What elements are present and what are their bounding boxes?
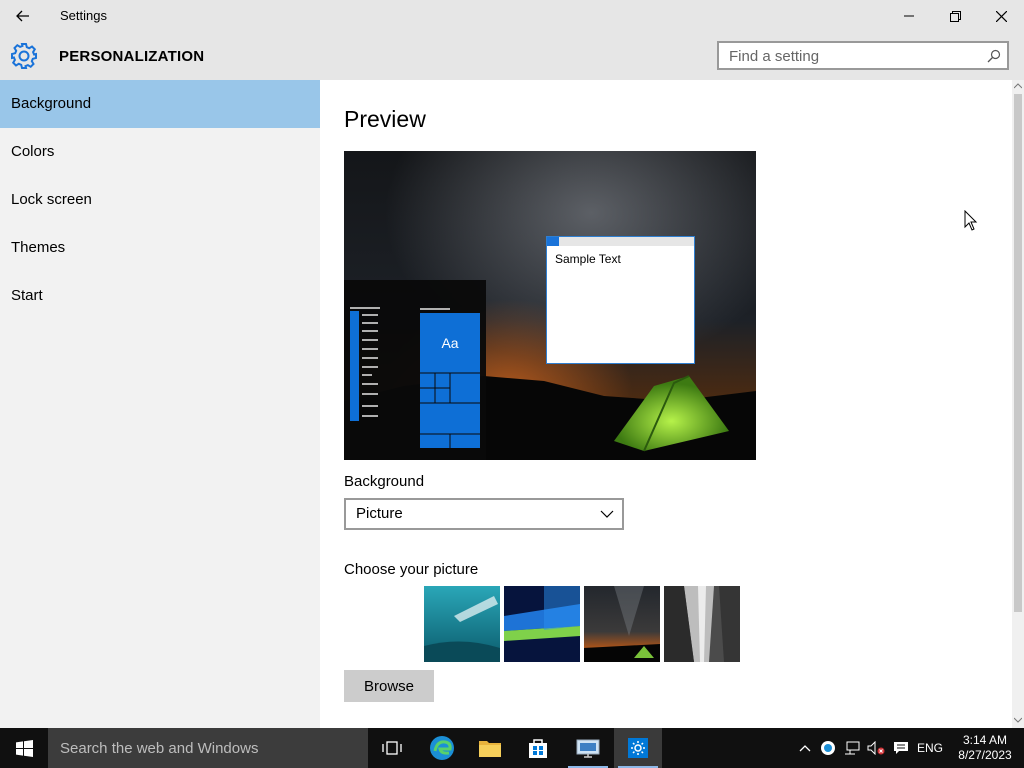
scrollbar-thumb[interactable] xyxy=(1014,94,1022,612)
task-view-button[interactable] xyxy=(368,728,416,768)
store-button[interactable] xyxy=(514,728,562,768)
tile-sample-text: Aa xyxy=(441,335,459,351)
minimize-button[interactable] xyxy=(886,0,932,32)
search-input[interactable] xyxy=(727,47,981,66)
picture-thumbnail-night-sky[interactable] xyxy=(584,586,660,662)
network-button[interactable] xyxy=(842,728,862,768)
chevron-up-icon xyxy=(799,745,811,752)
gear-icon xyxy=(11,43,37,69)
remote-desktop-button[interactable] xyxy=(564,728,612,768)
store-bag-icon xyxy=(529,739,547,758)
choose-picture-label: Choose your picture xyxy=(344,561,479,578)
clock-time: 3:14 AM xyxy=(962,733,1008,747)
edge-small-icon xyxy=(821,741,835,755)
taskbar-search-text: Search the web and Windows xyxy=(60,740,259,757)
taskbar-search[interactable]: Search the web and Windows xyxy=(48,728,368,768)
network-icon xyxy=(845,741,860,755)
sidebar-item-background[interactable]: Background xyxy=(0,80,320,128)
title-bar xyxy=(0,0,1024,32)
close-button[interactable] xyxy=(978,0,1024,32)
chevron-down-icon xyxy=(600,510,614,518)
edge-icon xyxy=(430,736,454,760)
sidebar: Background Colors Lock screen Themes Sta… xyxy=(0,80,320,728)
gear-icon xyxy=(628,738,648,758)
volume-button[interactable] xyxy=(864,728,888,768)
picture-thumbnail-windows[interactable] xyxy=(504,586,580,662)
search-icon[interactable] xyxy=(987,49,1001,63)
page-title: PERSONALIZATION xyxy=(59,48,205,65)
background-label: Background xyxy=(344,473,425,490)
sample-window: Sample Text xyxy=(546,236,695,364)
file-explorer-button[interactable] xyxy=(466,728,514,768)
clock[interactable]: 3:14 AM 8/27/2023 xyxy=(952,728,1018,768)
clock-date: 8/27/2023 xyxy=(958,748,1012,762)
minimize-icon xyxy=(904,15,914,17)
scroll-down-icon[interactable] xyxy=(1014,716,1022,724)
background-dropdown-value: Picture xyxy=(356,505,403,522)
volume-muted-icon xyxy=(867,741,885,755)
picture-thumbnail-underwater[interactable] xyxy=(424,586,500,662)
sidebar-item-colors[interactable]: Colors xyxy=(0,128,320,176)
window-title: Settings xyxy=(60,8,107,23)
sample-window-titlebar xyxy=(547,237,694,246)
scroll-up-icon[interactable] xyxy=(1014,82,1022,90)
sidebar-item-themes[interactable]: Themes xyxy=(0,224,320,272)
start-button[interactable] xyxy=(0,728,48,768)
preview-heading: Preview xyxy=(344,106,426,132)
windows-logo-icon xyxy=(15,739,33,757)
picture-thumbnail-waterfall[interactable] xyxy=(664,586,740,662)
restore-icon xyxy=(949,10,961,22)
sample-window-accent xyxy=(547,237,559,246)
monitor-icon xyxy=(576,739,600,758)
back-arrow-icon xyxy=(16,10,29,22)
restore-button[interactable] xyxy=(932,0,978,32)
show-hidden-icons-button[interactable] xyxy=(796,728,814,768)
background-dropdown[interactable]: Picture xyxy=(344,498,624,530)
sidebar-item-start[interactable]: Start xyxy=(0,272,320,320)
back-button[interactable] xyxy=(0,0,46,32)
mouse-cursor-icon xyxy=(964,210,978,231)
browse-button[interactable]: Browse xyxy=(344,670,434,702)
action-center-button[interactable] xyxy=(890,728,912,768)
sidebar-item-lock-screen[interactable]: Lock screen xyxy=(0,176,320,224)
task-view-icon xyxy=(382,741,402,755)
sample-text: Sample Text xyxy=(555,252,621,266)
edge-browser-button[interactable] xyxy=(418,728,466,768)
message-icon xyxy=(894,742,908,754)
edge-tray-button[interactable] xyxy=(818,728,838,768)
settings-taskbar-button[interactable] xyxy=(614,728,662,768)
folder-icon xyxy=(479,741,501,757)
input-language[interactable]: ENG xyxy=(914,728,946,768)
close-icon xyxy=(995,10,1007,22)
search-box[interactable] xyxy=(717,41,1009,70)
